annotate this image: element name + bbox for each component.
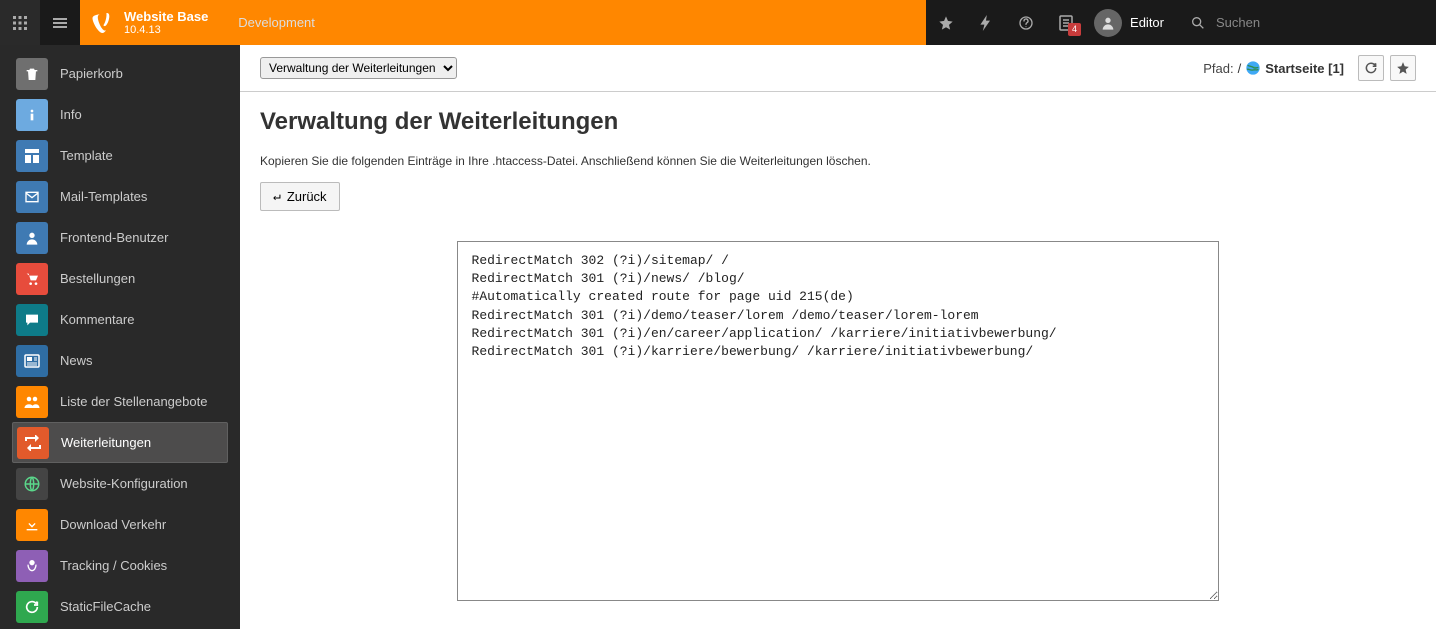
sidebar-item-label: StaticFileCache [60,599,151,614]
star-icon [1396,61,1410,75]
sidebar-item-label: Bestellungen [60,271,135,286]
header-right: Pfad: / Startseite [1] [1203,55,1416,81]
sidebar-item-redirects[interactable]: Weiterleitungen [12,422,228,463]
help-icon [1018,15,1034,31]
content-body: Verwaltung der Weiterleitungen Kopieren … [240,92,1436,625]
bookmarks-button[interactable] [926,0,966,45]
sidebar-item-label: Tracking / Cookies [60,558,167,573]
gear-globe-icon [16,468,48,500]
path-target[interactable]: Startseite [1] [1265,61,1344,76]
search-icon [1190,15,1206,31]
content-frame: Verwaltung der Weiterleitungen Pfad: / S… [240,45,1436,629]
typo3-logo-icon [90,11,114,35]
sidebar-item-label: Website-Konfiguration [60,476,188,491]
bookmark-page-button[interactable] [1390,55,1416,81]
sidebar-item-info[interactable]: Info [12,94,228,135]
header-actions [1358,55,1416,81]
user-name: Editor [1130,15,1164,30]
user-menu[interactable]: Editor [1086,0,1176,45]
redirect-rules-textarea[interactable] [457,241,1220,601]
path-label: Pfad: [1203,61,1233,76]
person-icon [1100,15,1116,31]
star-icon [938,15,954,31]
sidebar-item-news[interactable]: News [12,340,228,381]
circular-arrow-icon [16,591,48,623]
sidebar-item-label: Frontend-Benutzer [60,230,168,245]
back-button[interactable]: ↵ Zurück [260,182,340,211]
topbar-orange-section: Website Base 10.4.13 Development [80,0,926,45]
help-button[interactable] [1006,0,1046,45]
sidebar-item-label: Kommentare [60,312,134,327]
pagetree-toggle-button[interactable] [40,0,80,45]
reload-icon [1364,61,1378,75]
sidebar-item-label: Template [60,148,113,163]
sidebar-item-label: Info [60,107,82,122]
opendocs-count-badge: 4 [1068,23,1081,36]
topbar: Website Base 10.4.13 Development 4 Edito… [0,0,1436,45]
page-title: Verwaltung der Weiterleitungen [260,108,1416,136]
download-icon [16,509,48,541]
search-area[interactable] [1176,0,1436,45]
avatar [1094,9,1122,37]
grid-icon [13,16,27,30]
sidebar-item-orders[interactable]: Bestellungen [12,258,228,299]
sidebar-item-template[interactable]: Template [12,135,228,176]
sidebar-item-label: Liste der Stellenangebote [60,394,207,409]
search-input[interactable] [1216,15,1416,30]
tracking-icon [16,550,48,582]
sidebar-item-tracking-cookies[interactable]: Tracking / Cookies [12,545,228,586]
sidebar-item-recycler[interactable]: Papierkorb [12,53,228,94]
bolt-icon [979,15,993,31]
trash-icon [16,58,48,90]
template-icon [16,140,48,172]
mail-icon [16,181,48,213]
site-name: Website Base [124,9,208,25]
sidebar-item-staticfilecache[interactable]: StaticFileCache [12,586,228,627]
opendocs-button[interactable]: 4 [1046,0,1086,45]
logo-area[interactable]: Website Base 10.4.13 [80,0,224,45]
topbar-left-dark [0,0,80,45]
sidebar-item-frontend-users[interactable]: Frontend-Benutzer [12,217,228,258]
list-icon [53,18,67,28]
module-function-select[interactable]: Verwaltung der Weiterleitungen [260,57,457,79]
reload-button[interactable] [1358,55,1384,81]
sidebar-item-site-config[interactable]: Website-Konfiguration [12,463,228,504]
cart-icon [16,263,48,295]
back-button-label: Zurück [287,189,327,204]
sidebar-item-comments[interactable]: Kommentare [12,299,228,340]
sidebar-item-label: Mail-Templates [60,189,147,204]
content-header: Verwaltung der Weiterleitungen Pfad: / S… [240,45,1436,92]
main-layout: Papierkorb Info Template Mail-Templates [0,45,1436,629]
environment-badge: Development [224,0,329,45]
sidebar-item-jobs[interactable]: Liste der Stellenangebote [12,381,228,422]
site-version: 10.4.13 [124,24,208,36]
module-sidebar: Papierkorb Info Template Mail-Templates [0,45,240,629]
sidebar-item-download-traffic[interactable]: Download Verkehr [12,504,228,545]
globe-icon [1245,60,1261,76]
breadcrumb: Pfad: / Startseite [1] [1203,60,1344,76]
comment-icon [16,304,48,336]
sidebar-item-mail-templates[interactable]: Mail-Templates [12,176,228,217]
clear-cache-button[interactable] [966,0,1006,45]
module-grid-button[interactable] [0,0,40,45]
sidebar-item-label: Download Verkehr [60,517,166,532]
path-separator: / [1238,61,1242,76]
user-icon [16,222,48,254]
sidebar-item-label: News [60,353,93,368]
return-arrow-icon: ↵ [273,189,281,204]
topbar-right: 4 Editor [926,0,1436,45]
info-icon [16,99,48,131]
sidebar-item-label: Papierkorb [60,66,123,81]
page-description: Kopieren Sie die folgenden Einträge in I… [260,154,1416,168]
redirect-icon [17,427,49,459]
news-icon [16,345,48,377]
group-icon [16,386,48,418]
sidebar-item-label: Weiterleitungen [61,435,151,450]
